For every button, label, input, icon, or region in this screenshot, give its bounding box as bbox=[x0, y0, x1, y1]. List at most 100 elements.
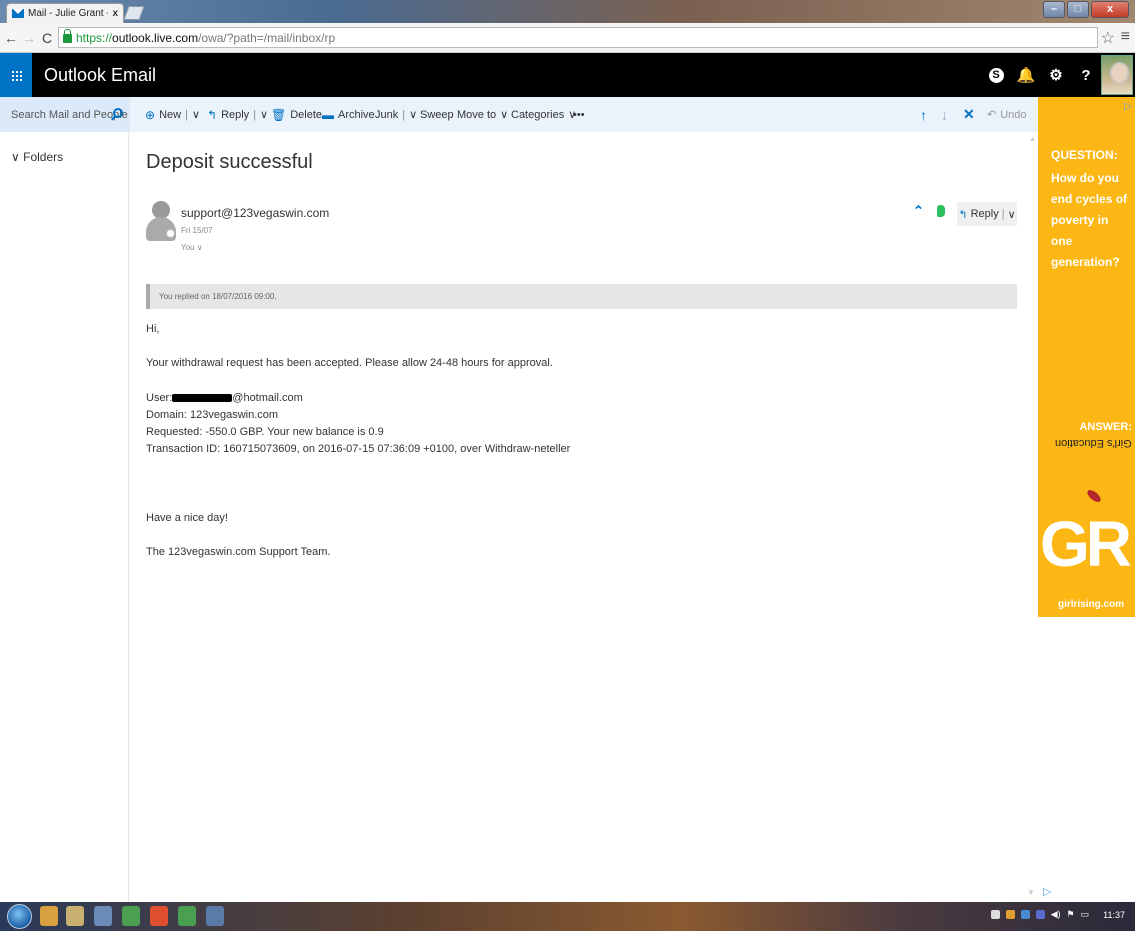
bookmark-star-icon[interactable]: ☆ bbox=[1101, 28, 1115, 48]
taskbar-app-icon[interactable] bbox=[206, 906, 224, 926]
close-window-button[interactable]: x bbox=[1091, 1, 1129, 18]
scroll-up-icon[interactable]: ▲ bbox=[1029, 136, 1036, 143]
undo-button[interactable]: ↶ Undo bbox=[987, 97, 1027, 132]
new-tab-button[interactable] bbox=[123, 6, 145, 20]
volume-icon[interactable]: ◀) bbox=[1051, 909, 1061, 920]
chevron-down-icon[interactable]: ∨ bbox=[260, 108, 268, 121]
body-transaction: Transaction ID: 160715073609, on 2016-07… bbox=[146, 443, 571, 455]
ad-logo: GR bbox=[1040, 508, 1132, 580]
previous-button[interactable]: ↑ bbox=[920, 97, 927, 132]
recipient-line[interactable]: You ∨ bbox=[181, 243, 203, 252]
tab-close-icon[interactable]: x bbox=[112, 8, 118, 19]
arrow-down-icon: ↓ bbox=[941, 106, 948, 123]
flag-icon[interactable]: ⚑ bbox=[1067, 909, 1075, 920]
move-to-button[interactable]: Move to ∨ bbox=[457, 97, 508, 132]
ad-answer-label: ANSWER: bbox=[1079, 421, 1132, 433]
body-line1: Your withdrawal request has been accepte… bbox=[146, 357, 553, 369]
junk-button[interactable]: Junk | ∨ bbox=[375, 97, 417, 132]
delete-button[interactable]: 🗑 Delete bbox=[271, 97, 322, 132]
sender-avatar[interactable] bbox=[146, 201, 176, 241]
skype-icon[interactable]: S bbox=[981, 53, 1011, 97]
undo-label: Undo bbox=[1000, 108, 1027, 121]
delete-label: Delete bbox=[290, 108, 323, 121]
evernote-icon[interactable] bbox=[937, 205, 945, 217]
next-button[interactable]: ↓ bbox=[941, 97, 948, 132]
folder-pane: ∨ Folders bbox=[0, 132, 129, 902]
forward-arrow-icon[interactable]: → bbox=[20, 30, 38, 46]
adchoices-icon[interactable]: ▷ bbox=[1043, 885, 1051, 898]
app-launcher-button[interactable] bbox=[0, 53, 32, 97]
more-button[interactable]: ••• bbox=[573, 97, 585, 132]
taskbar-app-icon[interactable] bbox=[40, 906, 58, 926]
user-suffix: @hotmail.com bbox=[232, 392, 303, 404]
trash-icon: 🗑 bbox=[271, 107, 287, 122]
chevron-down-icon[interactable]: ∨ bbox=[1008, 208, 1016, 221]
chevron-down-icon[interactable]: ∨ bbox=[192, 108, 200, 121]
body-domain: Domain: 123vegaswin.com bbox=[146, 409, 279, 421]
tray-icon[interactable] bbox=[1035, 910, 1045, 919]
reply-button[interactable]: ↰ Reply | ∨ bbox=[207, 97, 268, 132]
arrow-up-icon: ↑ bbox=[920, 106, 927, 123]
new-button[interactable]: ⊕ New | ∨ bbox=[145, 97, 200, 132]
separator: | bbox=[402, 108, 406, 121]
taskbar-app-icon[interactable] bbox=[66, 906, 84, 926]
url-input[interactable]: https:// outlook.live.com /owa/?path=/ma… bbox=[58, 27, 1098, 48]
chrome-taskbar-icon[interactable] bbox=[150, 906, 168, 926]
avatar[interactable] bbox=[1101, 55, 1133, 95]
url-path: /owa/?path=/mail/inbox/rp bbox=[198, 30, 336, 45]
sender-address[interactable]: support@123vegaswin.com bbox=[181, 206, 329, 220]
presence-icon bbox=[166, 229, 175, 238]
body-greeting: Hi, bbox=[146, 323, 160, 335]
reading-scrollbar[interactable]: ▲ bbox=[1026, 132, 1038, 902]
message-subject: Deposit successful bbox=[146, 151, 313, 173]
taskbar-app-icon[interactable] bbox=[122, 906, 140, 926]
search-icon[interactable] bbox=[113, 108, 123, 118]
adchoices-icon[interactable]: ▷ bbox=[1124, 101, 1132, 112]
collapse-chevron-icon[interactable]: ⌃ bbox=[913, 203, 924, 219]
url-scheme: https:// bbox=[76, 30, 113, 45]
replied-notice: You replied on 18/07/2016 09:00. bbox=[146, 284, 1017, 309]
taskbar: ◀) ⚑ ▭ 11:37 bbox=[0, 902, 1135, 931]
ad-url[interactable]: girlrising.com bbox=[1058, 599, 1124, 610]
browser-menu-icon[interactable]: ≡ bbox=[1121, 28, 1130, 46]
bell-icon[interactable]: 🔔 bbox=[1011, 53, 1041, 97]
more-label: ••• bbox=[573, 108, 585, 121]
chevron-down-icon: ∨ bbox=[11, 150, 20, 164]
expand-chevron-icon[interactable]: ∨ bbox=[197, 243, 203, 252]
help-icon[interactable]: ? bbox=[1071, 53, 1101, 97]
clock[interactable]: 11:37 bbox=[1103, 910, 1125, 920]
search-input[interactable]: Search Mail and People bbox=[0, 97, 130, 132]
tray-icon[interactable] bbox=[990, 910, 1000, 919]
chevron-down-icon[interactable]: ∨ bbox=[409, 108, 417, 121]
tray-icon[interactable] bbox=[1005, 910, 1015, 919]
command-bar: Search Mail and People ⊕ New | ∨ ↰ Reply… bbox=[0, 97, 1038, 132]
archive-button[interactable]: ▬ Archive bbox=[322, 97, 375, 132]
tray-icon[interactable] bbox=[1020, 910, 1030, 919]
maximize-button[interactable]: □ bbox=[1067, 1, 1089, 18]
move-to-label: Move to bbox=[457, 108, 497, 121]
windows-start-icon[interactable] bbox=[7, 904, 32, 929]
browser-tab[interactable]: Mail - Julie Grant - Outlo x bbox=[6, 3, 124, 23]
network-icon[interactable]: ▭ bbox=[1081, 909, 1090, 920]
back-arrow-icon[interactable]: ← bbox=[2, 30, 20, 46]
reload-icon[interactable]: C bbox=[38, 30, 56, 46]
message-reply-button[interactable]: ↰ Reply | ∨ bbox=[957, 202, 1017, 226]
ad-banner[interactable]: ▷ QUESTION: How do you end cycles of pov… bbox=[1038, 97, 1135, 617]
sweep-button[interactable]: Sweep bbox=[420, 97, 454, 132]
categories-button[interactable]: Categories ∨ bbox=[511, 97, 576, 132]
skype-glyph: S bbox=[988, 67, 1004, 83]
taskbar-app-icon[interactable] bbox=[178, 906, 196, 926]
taskbar-app-icon[interactable] bbox=[94, 906, 112, 926]
url-host: outlook.live.com bbox=[112, 30, 199, 45]
ad-question-label: QUESTION: bbox=[1051, 148, 1118, 162]
minimize-button[interactable]: – bbox=[1043, 1, 1065, 18]
separator: | bbox=[253, 108, 257, 121]
scroll-down-icon[interactable]: ▼ bbox=[1027, 888, 1035, 897]
folders-toggle[interactable]: ∨ Folders bbox=[11, 150, 63, 164]
close-reading-button[interactable]: ✕ bbox=[963, 97, 975, 132]
window-controls: – □ x bbox=[1043, 1, 1129, 18]
app-title: Outlook Email bbox=[44, 65, 157, 85]
ad-answer-text: Girl's Education bbox=[1055, 437, 1132, 449]
gear-icon[interactable]: ⚙ bbox=[1041, 53, 1071, 97]
archive-label: Archive bbox=[338, 108, 375, 121]
